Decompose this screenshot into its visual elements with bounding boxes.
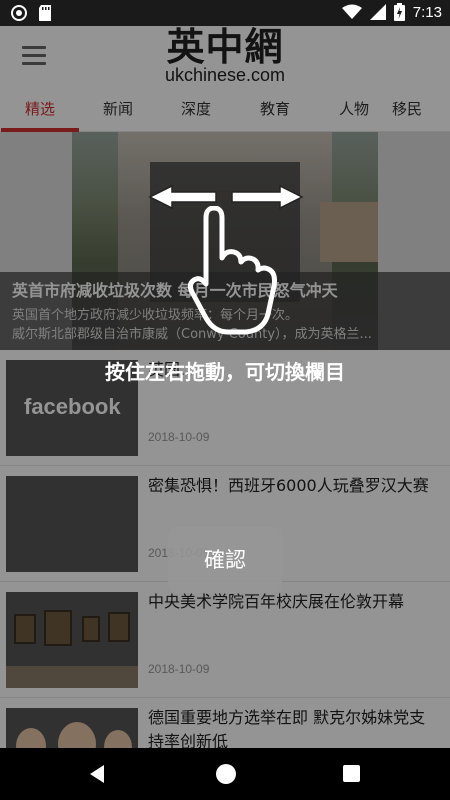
back-icon[interactable] [90, 765, 104, 783]
system-nav-bar [0, 748, 450, 800]
sd-card-icon [39, 5, 51, 21]
hand-pointer-icon [187, 206, 277, 335]
confirm-button[interactable]: 確認 [168, 527, 282, 593]
signal-icon [369, 4, 386, 20]
recents-icon[interactable] [343, 765, 360, 782]
tutorial-overlay[interactable] [0, 26, 450, 748]
battery-charging-icon [393, 3, 405, 21]
status-time: 7:13 [412, 3, 442, 21]
wifi-icon [341, 4, 362, 19]
notification-circle-icon [11, 5, 27, 21]
status-bar: 7:13 [0, 0, 450, 26]
home-icon[interactable] [216, 764, 236, 784]
swipe-hint-text: 按住左右拖動，可切換欄目 [105, 360, 345, 384]
